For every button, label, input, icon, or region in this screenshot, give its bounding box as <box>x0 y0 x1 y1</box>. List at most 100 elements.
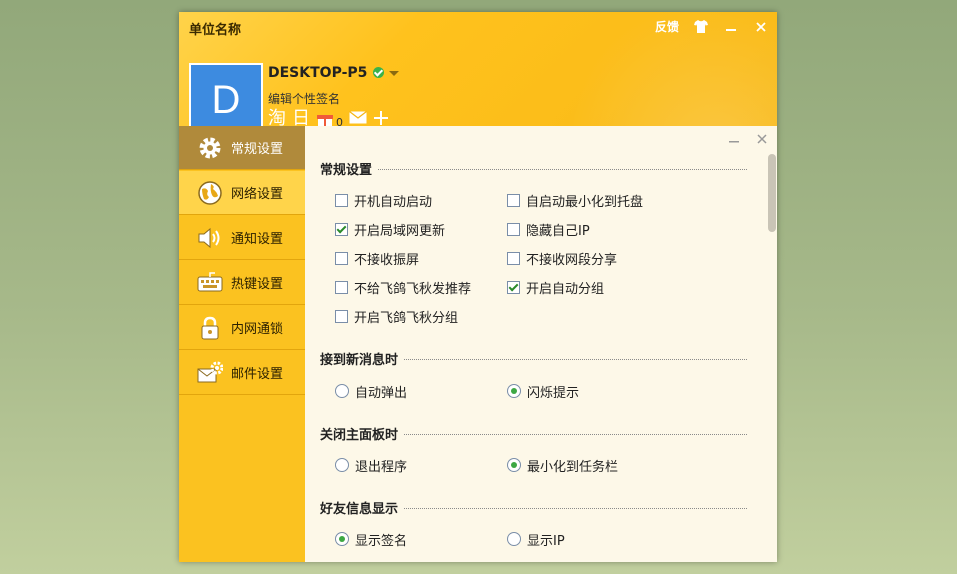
checkbox[interactable] <box>507 193 520 207</box>
username: DESKTOP-P5 <box>268 65 368 81</box>
checkbox-no-segment-share[interactable]: 不接收网段分享 <box>507 250 618 268</box>
feedback-link[interactable]: 反馈 <box>655 18 679 35</box>
section-friend-info-header: 好友信息显示 <box>320 499 747 517</box>
section-title: 好友信息显示 <box>320 501 399 517</box>
avatar-letter: D <box>211 77 241 122</box>
checkbox[interactable] <box>507 222 520 236</box>
settings-panel: 常规设置 开机自动启动 自启动最小化到托盘 开启局域网更新 隐藏自己IP 不接收… <box>305 126 777 562</box>
tshirt-icon <box>694 20 708 33</box>
sidebar-item-label: 内网通锁 <box>231 322 284 337</box>
section-divider <box>404 433 747 435</box>
sidebar-item-label: 热键设置 <box>231 277 284 292</box>
checkbox-auto-group[interactable]: 开启自动分组 <box>507 279 605 297</box>
close-icon <box>757 134 767 144</box>
main-window: 单位名称 反馈 D DESKTOP-P5 编辑个性签名 淘 日 0 常规设置 网… <box>179 12 777 562</box>
radio-exit-program[interactable]: 退出程序 <box>335 457 408 475</box>
gear-icon <box>197 135 223 161</box>
radio-flash-prompt[interactable]: 闪烁提示 <box>507 383 580 401</box>
sidebar-item-network[interactable]: 网络设置 <box>179 171 305 215</box>
section-divider <box>404 507 747 509</box>
settings-sidebar: 常规设置 网络设置 通知设置 热键设置 内网通锁 邮件设置 <box>179 126 305 562</box>
checkbox-no-shake[interactable]: 不接收振屏 <box>335 250 420 268</box>
sidebar-item-label: 通知设置 <box>231 232 284 247</box>
signature-field[interactable]: 编辑个性签名 <box>268 90 340 107</box>
checkbox-no-recommend[interactable]: 不给飞鸽飞秋发推荐 <box>335 279 472 297</box>
radio-show-signature[interactable]: 显示签名 <box>335 531 408 549</box>
radio-show-ip[interactable]: 显示IP <box>507 531 565 549</box>
checkbox[interactable] <box>335 251 348 265</box>
option-label: 自动弹出 <box>355 385 408 401</box>
radio[interactable] <box>507 384 521 398</box>
sidebar-item-hotkey[interactable]: 热键设置 <box>179 261 305 305</box>
lock-icon <box>197 315 223 341</box>
sidebar-item-general[interactable]: 常规设置 <box>179 126 305 170</box>
option-label: 开机自动启动 <box>354 194 433 210</box>
checkbox[interactable] <box>507 251 520 265</box>
skin-button[interactable] <box>693 19 709 35</box>
checkbox-lan-update[interactable]: 开启局域网更新 <box>335 221 446 239</box>
option-label: 开启自动分组 <box>526 281 605 297</box>
radio[interactable] <box>335 384 349 398</box>
checkbox[interactable] <box>335 280 348 294</box>
radio-auto-popup[interactable]: 自动弹出 <box>335 383 408 401</box>
checkbox[interactable] <box>507 280 520 294</box>
online-status-icon[interactable] <box>373 67 384 78</box>
keyboard-icon <box>197 270 223 296</box>
option-label: 显示IP <box>527 533 565 549</box>
checkbox[interactable] <box>335 193 348 207</box>
option-label: 不接收网段分享 <box>526 252 618 268</box>
radio[interactable] <box>507 458 521 472</box>
radio[interactable] <box>335 458 349 472</box>
checkbox-start-minimized[interactable]: 自启动最小化到托盘 <box>507 192 644 210</box>
section-title: 常规设置 <box>320 162 373 178</box>
sidebar-item-lock[interactable]: 内网通锁 <box>179 306 305 350</box>
option-label: 开启局域网更新 <box>354 223 446 239</box>
section-general-header: 常规设置 <box>320 160 747 178</box>
speaker-icon <box>197 225 223 251</box>
checkbox[interactable] <box>335 309 348 323</box>
checkbox-hide-ip[interactable]: 隐藏自己IP <box>507 221 590 239</box>
envelope-svg <box>349 111 367 124</box>
option-label: 最小化到任务栏 <box>527 459 619 475</box>
option-label: 显示签名 <box>355 533 408 549</box>
sidebar-item-label: 常规设置 <box>231 142 284 157</box>
option-label: 开启飞鸽飞秋分组 <box>354 310 459 326</box>
section-divider <box>378 168 747 170</box>
sidebar-item-label: 网络设置 <box>231 187 284 202</box>
radio[interactable] <box>335 532 349 546</box>
minimize-icon <box>726 28 736 31</box>
panel-minimize-button[interactable] <box>729 132 739 148</box>
close-button[interactable] <box>753 19 769 35</box>
title-bar-buttons: 反馈 <box>655 18 769 35</box>
window-title: 单位名称 <box>189 23 242 38</box>
section-close-panel-header: 关闭主面板时 <box>320 425 747 443</box>
section-new-message-header: 接到新消息时 <box>320 350 747 368</box>
scrollbar-thumb[interactable] <box>768 154 776 232</box>
checkbox-feige-group[interactable]: 开启飞鸽飞秋分组 <box>335 308 459 326</box>
option-label: 隐藏自己IP <box>526 223 590 239</box>
option-label: 退出程序 <box>355 459 408 475</box>
sidebar-item-mail[interactable]: 邮件设置 <box>179 351 305 395</box>
sidebar-item-label: 邮件设置 <box>231 367 284 382</box>
sidebar-item-notification[interactable]: 通知设置 <box>179 216 305 260</box>
section-divider <box>404 358 747 360</box>
checkbox-auto-start[interactable]: 开机自动启动 <box>335 192 433 210</box>
option-label: 闪烁提示 <box>527 385 580 401</box>
option-label: 不给飞鸽飞秋发推荐 <box>354 281 472 297</box>
radio[interactable] <box>507 532 521 546</box>
plus-svg <box>374 111 388 125</box>
header: 单位名称 反馈 D DESKTOP-P5 编辑个性签名 淘 日 0 <box>179 12 777 137</box>
mail-gear-icon <box>197 360 223 386</box>
option-label: 自启动最小化到托盘 <box>526 194 644 210</box>
minimize-button[interactable] <box>723 19 739 35</box>
globe-icon <box>197 180 223 206</box>
close-icon <box>756 21 766 32</box>
section-title: 关闭主面板时 <box>320 427 399 443</box>
option-label: 不接收振屏 <box>354 252 420 268</box>
checkbox[interactable] <box>335 222 348 236</box>
status-dropdown-icon[interactable] <box>389 71 399 76</box>
panel-close-button[interactable] <box>757 132 767 148</box>
minimize-icon <box>729 141 739 143</box>
radio-minimize-taskbar[interactable]: 最小化到任务栏 <box>507 457 619 475</box>
section-title: 接到新消息时 <box>320 352 399 368</box>
